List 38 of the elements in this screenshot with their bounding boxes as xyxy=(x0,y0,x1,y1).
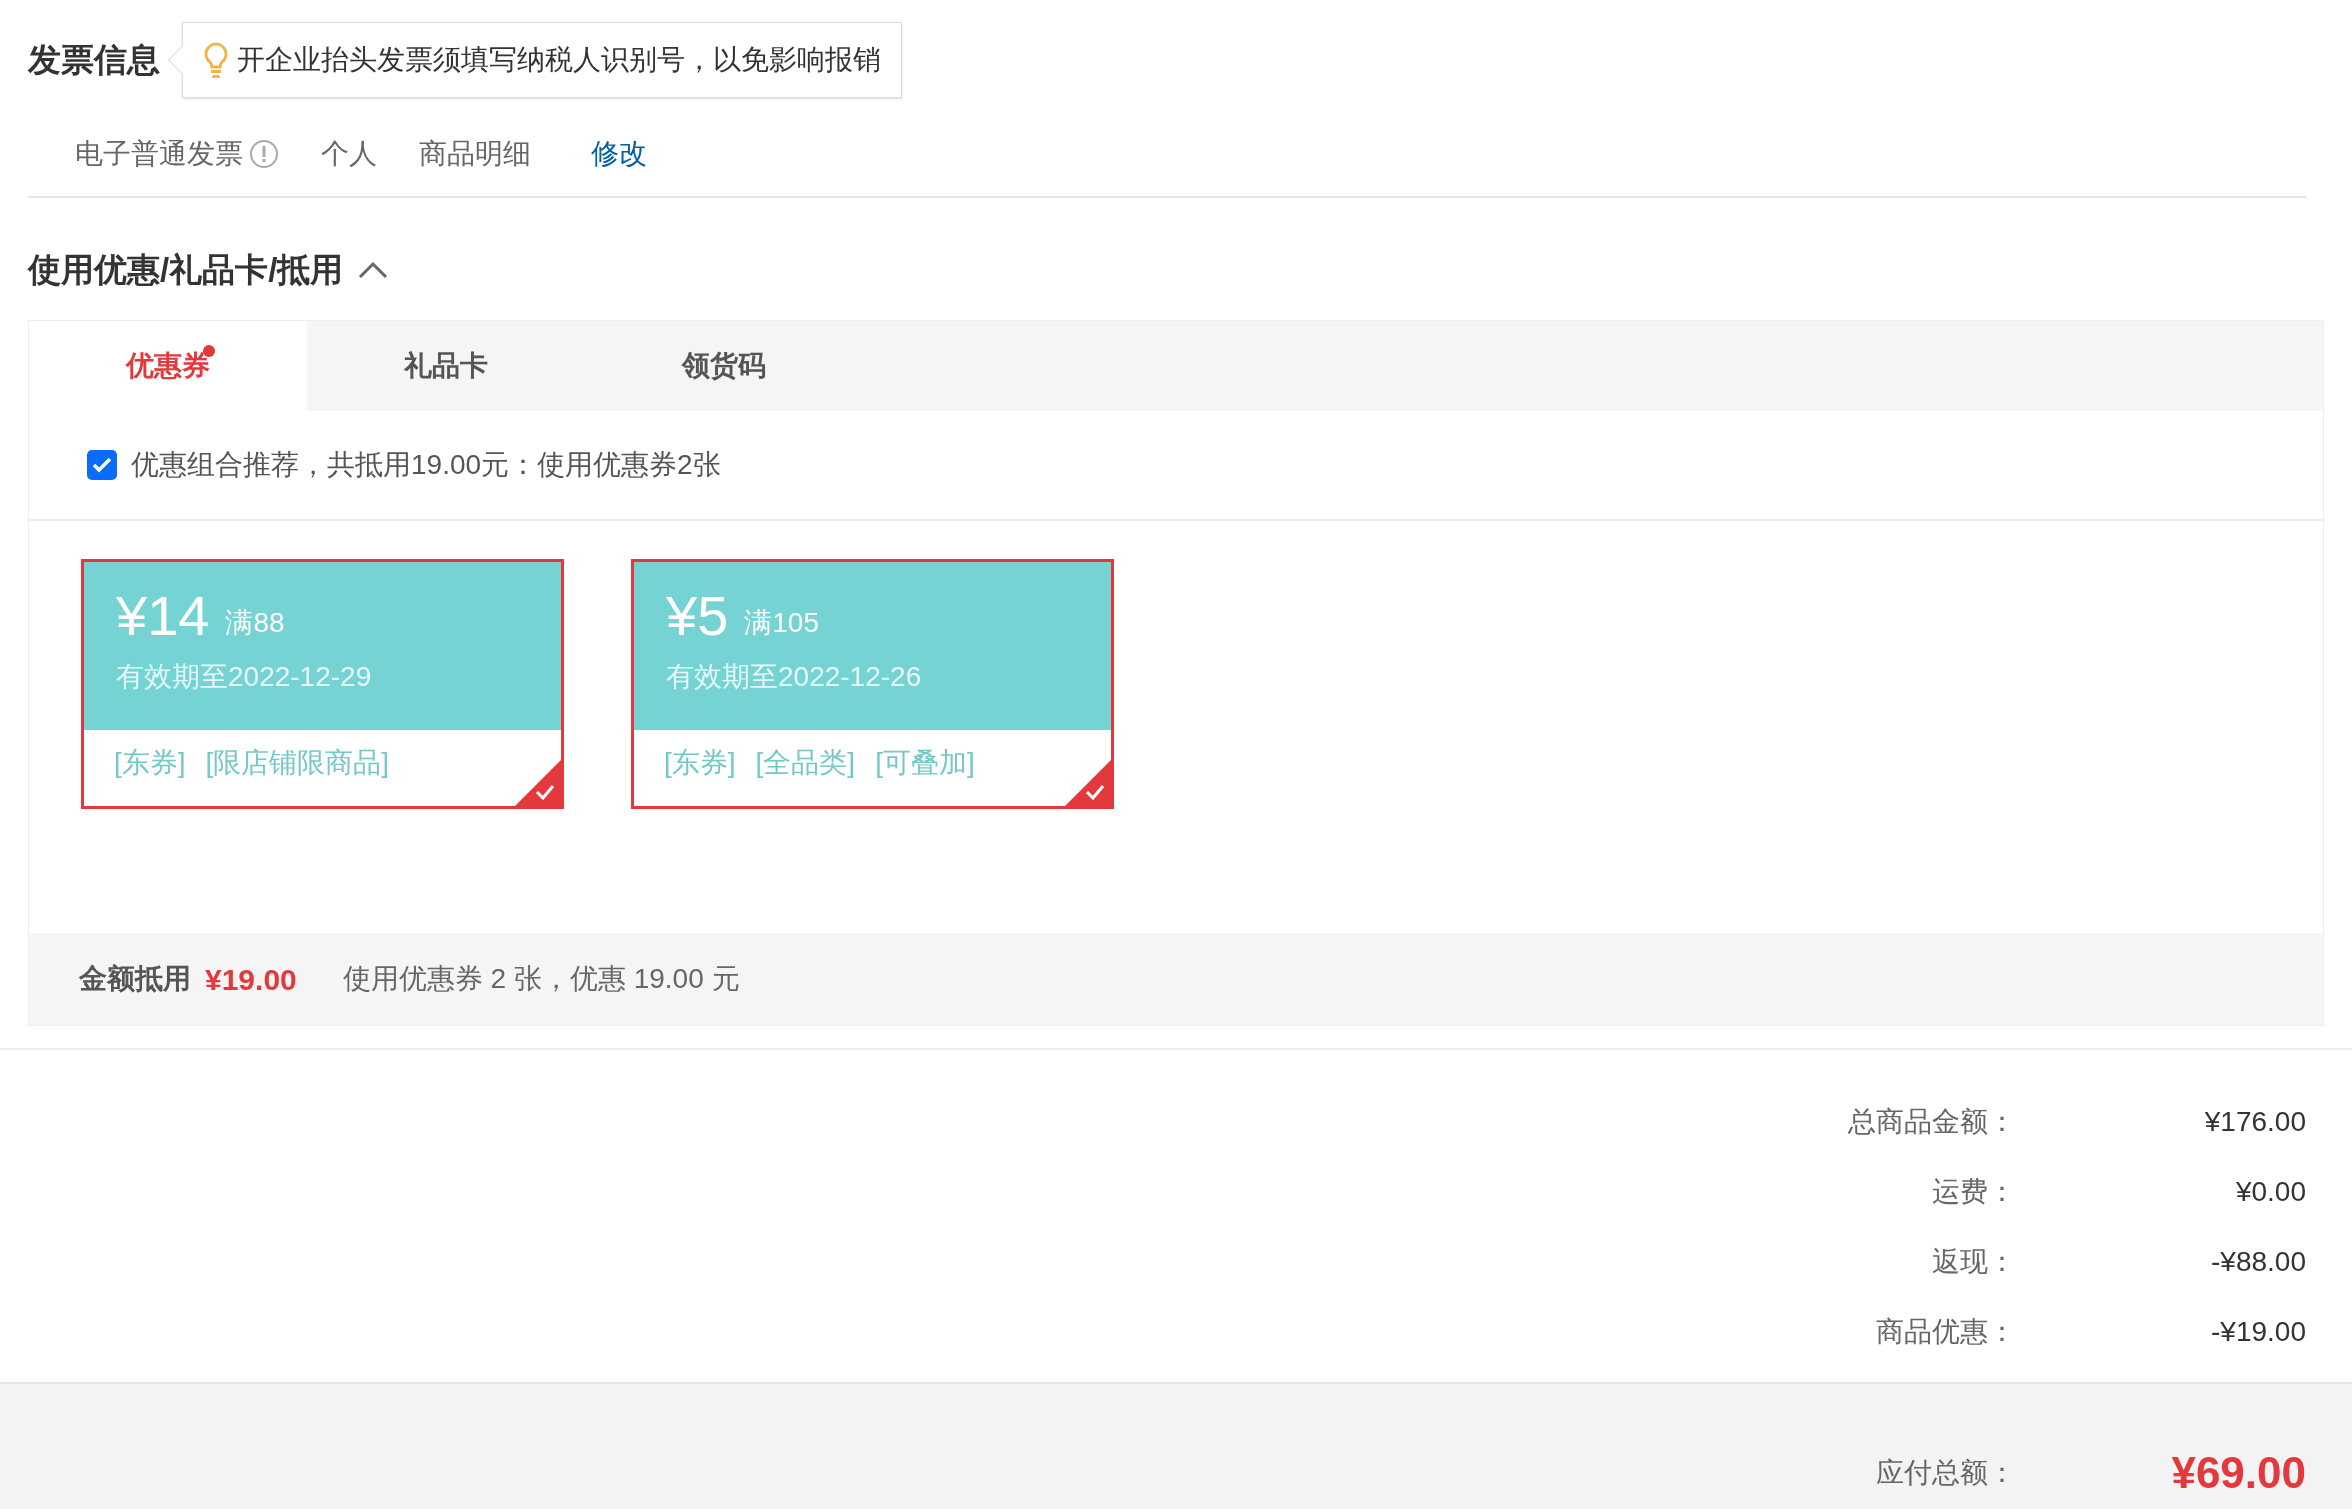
recommend-text: 优惠组合推荐，共抵用19.00元：使用优惠券2张 xyxy=(131,448,721,482)
coupon-amount: ¥14 xyxy=(116,584,210,648)
summary-label: 商品优惠： xyxy=(1876,1315,2016,1349)
footer-label: 金额抵用 xyxy=(79,962,191,996)
invoice-info: 电子普通发票 xyxy=(75,137,243,171)
section-title: 发票信息 xyxy=(28,40,160,81)
summary-label: 返现： xyxy=(1932,1245,2016,1279)
total-label: 应付总额： xyxy=(1876,1456,2016,1490)
coupon-tag: [限店铺限商品] xyxy=(205,742,390,784)
checkbox[interactable] xyxy=(87,450,117,480)
coupon-condition: 满105 xyxy=(744,606,819,640)
total-value: ¥69.00 xyxy=(2170,1447,2306,1499)
summary-label: 总商品金额： xyxy=(1848,1105,2016,1139)
footer-note: 使用优惠券 2 张，优惠 19.00 元 xyxy=(342,962,740,996)
lightbulb-icon xyxy=(203,41,229,79)
edit-link[interactable]: 修改 xyxy=(591,133,647,175)
summary-value: ¥176.00 xyxy=(2203,1105,2306,1139)
tip-text: 开企业抬头发票须填写纳税人识别号，以免影响报销 xyxy=(237,43,881,77)
invoice-info: 个人 xyxy=(321,137,377,171)
coupon-validity: 有效期至2022-12-26 xyxy=(666,660,923,694)
check-corner-icon xyxy=(515,760,561,806)
coupon-condition: 满88 xyxy=(225,606,285,640)
coupon-tag: [全品类] xyxy=(755,742,856,784)
coupon-tag: [东券] xyxy=(664,742,736,784)
coupon-tag: [东券] xyxy=(114,742,186,784)
invoice-info: 商品明细 xyxy=(419,137,531,171)
check-corner-icon xyxy=(1065,760,1111,806)
footer-amount: ¥19.00 xyxy=(205,961,297,998)
section-title: 使用优惠/礼品卡/抵用 xyxy=(28,250,344,291)
summary-value: -¥88.00 xyxy=(2210,1245,2306,1279)
summary-value: ¥0.00 xyxy=(2234,1175,2306,1209)
coupon-tag: [可叠加] xyxy=(875,742,975,784)
summary-label: 运费： xyxy=(1932,1175,2016,1209)
summary-value: -¥19.00 xyxy=(2210,1315,2306,1349)
tab[interactable]: 优惠券 xyxy=(29,321,307,411)
coupon-amount: ¥5 xyxy=(666,584,729,648)
chevron-icon[interactable] xyxy=(357,260,390,280)
coupon-validity: 有效期至2022-12-29 xyxy=(116,660,373,694)
